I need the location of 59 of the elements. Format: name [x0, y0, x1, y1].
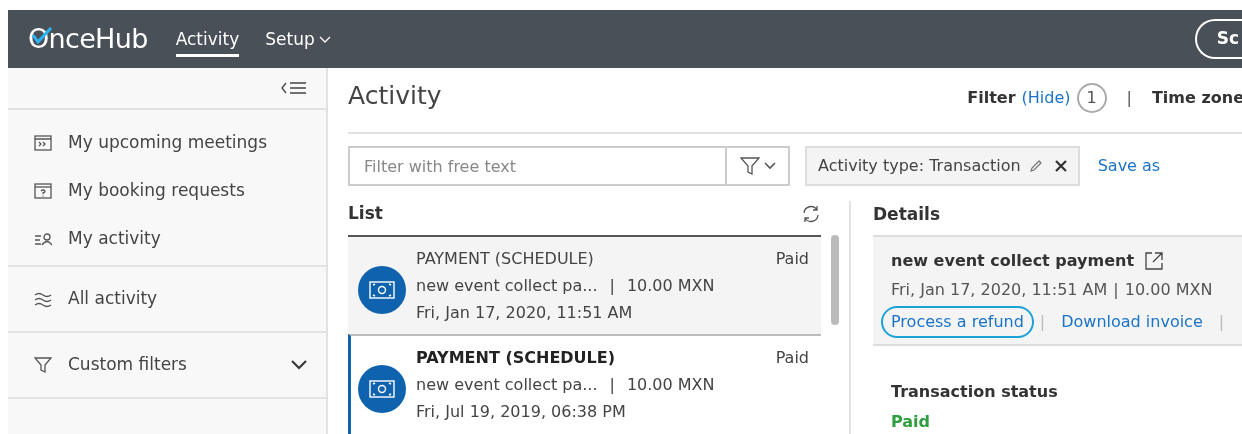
save-as-link[interactable]: Save as [1097, 154, 1161, 178]
status-value: Paid [891, 411, 932, 433]
page-title: Activity [348, 80, 443, 113]
sidebar-item[interactable]: My booking requests [8, 179, 326, 203]
filter-icon [34, 356, 52, 374]
filter-count-badge: 1 [1076, 83, 1107, 113]
row-date: Fri, Jul 19, 2019, 06:38 PM [416, 401, 627, 424]
section-title: List [348, 202, 383, 225]
row-status: Paid [775, 347, 810, 370]
filter-chip[interactable]: Activity type: Transaction [805, 146, 1080, 186]
row-status: Paid [775, 247, 810, 270]
list-row[interactable]: PAYMENT (SCHEDULE) new event collect pa... | 10.00 MXN Fri, Jan 17, 2020, 11:51 AM Paid [348, 234, 821, 335]
row-date: Fri, Jan 17, 2020, 11:51 AM [416, 301, 634, 324]
close-icon [1054, 160, 1067, 172]
action-link[interactable]: Download invoice [1051, 306, 1213, 338]
waves-icon [34, 290, 52, 308]
person-list-icon [34, 230, 52, 248]
status-label: Transaction status [891, 381, 1059, 403]
logo: OnceHub [28, 21, 148, 56]
sidebar-item[interactable]: My activity [8, 227, 326, 251]
row-type: PAYMENT (SCHEDULE) [416, 247, 595, 270]
calendar-icon [34, 182, 52, 200]
filter-icon [739, 156, 760, 176]
section-title: Details [873, 203, 941, 226]
separator: | [609, 374, 615, 397]
separator: | [609, 274, 615, 297]
row-amount: 10.00 MXN [626, 274, 715, 297]
row-name: new event collect pa... [416, 274, 598, 297]
chevron-down-icon [763, 162, 776, 170]
refresh-icon [801, 203, 821, 224]
event-name: new event collect payment [891, 250, 1135, 272]
separator: | [1039, 311, 1046, 333]
filter-label: Filter [967, 87, 1016, 109]
collapse-menu-icon [280, 80, 308, 96]
separator: | [1113, 279, 1119, 301]
money-icon [358, 265, 406, 314]
sidebar-item[interactable]: My upcoming meetings [8, 131, 326, 155]
scrollbar-thumb[interactable] [831, 235, 839, 325]
money-icon [358, 365, 406, 414]
sidebar-item[interactable]: All activity [8, 287, 326, 311]
nav-tab[interactable]: Activity [175, 27, 240, 57]
schedule-button[interactable]: Sc [1194, 19, 1242, 59]
row-amount: 10.00 MXN [626, 374, 715, 397]
list-row[interactable]: PAYMENT (SCHEDULE) new event collect pa... | 10.00 MXN Fri, Jul 19, 2019, 06:38 PM Paid [348, 334, 821, 434]
external-link-icon [1144, 251, 1165, 271]
row-name: new event collect pa... [416, 374, 598, 397]
hide-filter-link[interactable]: (Hide) [1021, 86, 1071, 110]
nav-tab[interactable]: Setup [265, 27, 331, 57]
action-link[interactable]: Process a refund [881, 306, 1034, 338]
separator: | [1126, 87, 1132, 109]
calendar-icon [34, 134, 52, 152]
filter-dropdown-button[interactable] [727, 146, 790, 186]
pencil-icon [1028, 159, 1043, 173]
separator: | [1218, 311, 1225, 333]
event-date: Fri, Jan 17, 2020, 11:51 AM [891, 279, 1108, 301]
search-field[interactable]: Filter with free text [348, 146, 727, 186]
row-type: PAYMENT (SCHEDULE) [416, 347, 617, 370]
event-amount: 10.00 MXN [1124, 279, 1213, 301]
sidebar-item[interactable]: Custom filters [8, 353, 326, 377]
